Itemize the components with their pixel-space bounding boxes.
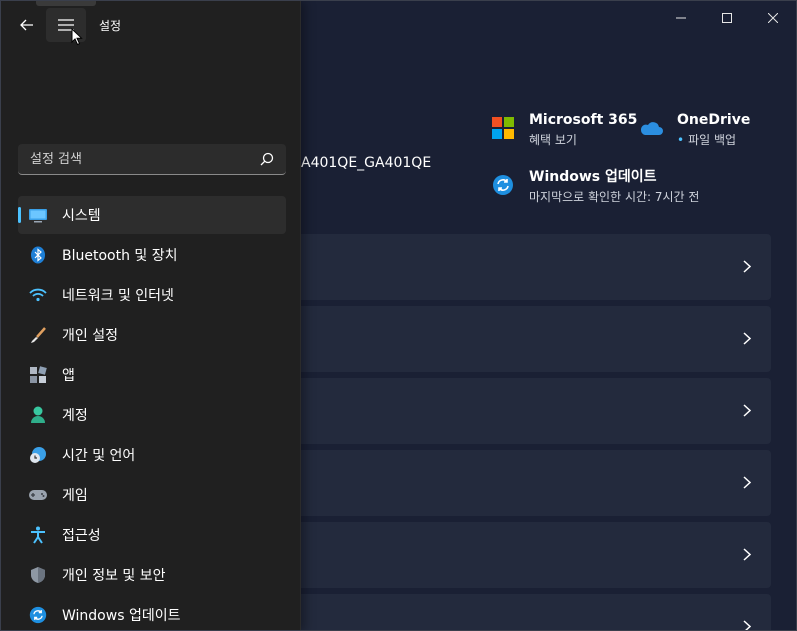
accessibility-icon [28, 525, 48, 545]
sidebar-item-label: 앱 [62, 368, 75, 384]
onedrive-title: OneDrive [677, 112, 751, 128]
ms365-subtitle: 혜택 보기 [529, 133, 577, 147]
settings-card[interactable] [285, 378, 771, 444]
gamepad-icon [28, 485, 48, 505]
windows-update-icon [28, 605, 48, 625]
nav-list: 시스템 Bluetooth 및 장치 네트워크 및 인터넷 개인 설정 앱 계정… [18, 196, 286, 630]
windows-update-link[interactable]: Windows 업데이트 마지막으로 확인한 시간: 7시간 전 [491, 168, 699, 206]
microsoft-logo-icon [491, 116, 515, 140]
settings-card[interactable] [285, 594, 771, 630]
bluetooth-icon [28, 245, 48, 265]
search-input[interactable] [18, 144, 248, 174]
sidebar-item-label: 개인 정보 및 보안 [62, 568, 166, 584]
navigation-pane: 설정 시스템 Bluetooth 및 장치 [1, 1, 301, 630]
paintbrush-icon [28, 325, 48, 345]
device-name: A401QE_GA401QE [301, 155, 432, 171]
tooltip-edge [36, 1, 96, 6]
sidebar-item-personalization[interactable]: 개인 설정 [18, 316, 286, 354]
minimize-button[interactable] [658, 1, 704, 35]
close-icon [768, 13, 778, 23]
update-title: Windows 업데이트 [529, 169, 657, 185]
settings-card[interactable] [285, 450, 771, 516]
sidebar-item-time-language[interactable]: 시간 및 언어 [18, 436, 286, 474]
chevron-right-icon [743, 260, 751, 273]
system-display-icon [28, 205, 48, 225]
apps-icon [28, 365, 48, 385]
settings-window: A401QE_GA401QE Microsoft 365 혜택 보기 OneDr… [0, 0, 797, 631]
back-arrow-icon [20, 19, 33, 31]
sidebar-item-gaming[interactable]: 게임 [18, 476, 286, 514]
onedrive-subtitle-row: • 파일 백업 [677, 131, 750, 149]
onedrive-subtitle: 파일 백업 [688, 133, 737, 147]
sidebar-item-label: 계정 [62, 408, 88, 424]
settings-card[interactable] [285, 306, 771, 372]
close-button[interactable] [750, 1, 796, 35]
settings-card[interactable] [285, 522, 771, 588]
sidebar-item-accounts[interactable]: 계정 [18, 396, 286, 434]
chevron-right-icon [743, 620, 751, 630]
sidebar-item-label: 시스템 [62, 208, 101, 224]
settings-card[interactable] [285, 234, 771, 300]
wifi-icon [28, 285, 48, 305]
mouse-cursor-icon [71, 28, 83, 46]
sidebar-item-network[interactable]: 네트워크 및 인터넷 [18, 276, 286, 314]
windows-update-icon [491, 173, 515, 197]
account-icon [28, 405, 48, 425]
sidebar-item-label: 시간 및 언어 [62, 448, 136, 464]
maximize-icon [722, 13, 732, 23]
window-controls [658, 1, 796, 35]
sidebar-item-label: 게임 [62, 488, 88, 504]
status-dot-icon: • [677, 133, 685, 147]
sidebar-item-apps[interactable]: 앱 [18, 356, 286, 394]
microsoft-365-link[interactable]: Microsoft 365 혜택 보기 [491, 111, 637, 149]
sidebar-item-accessibility[interactable]: 접근성 [18, 516, 286, 554]
ms365-title: Microsoft 365 [529, 112, 638, 128]
time-language-icon [28, 445, 48, 465]
search-box[interactable] [18, 144, 286, 175]
sidebar-item-windows-update[interactable]: Windows 업데이트 [18, 596, 286, 630]
sidebar-item-system[interactable]: 시스템 [18, 196, 286, 234]
onedrive-cloud-icon [639, 116, 663, 140]
sidebar-item-label: 개인 설정 [62, 328, 118, 344]
onedrive-link[interactable]: OneDrive • 파일 백업 [639, 111, 750, 149]
chevron-right-icon [743, 548, 751, 561]
update-subtitle: 마지막으로 확인한 시간: 7시간 전 [529, 190, 700, 204]
search-icon[interactable] [260, 152, 274, 166]
maximize-button[interactable] [704, 1, 750, 35]
sidebar-item-label: Windows 업데이트 [62, 608, 181, 624]
shield-icon [28, 565, 48, 585]
chevron-right-icon [743, 476, 751, 489]
minimize-icon [676, 17, 686, 19]
chevron-right-icon [743, 332, 751, 345]
nav-header: 설정 [1, 1, 301, 49]
sidebar-item-label: 접근성 [62, 528, 101, 544]
back-button[interactable] [13, 11, 41, 39]
sidebar-item-bluetooth[interactable]: Bluetooth 및 장치 [18, 236, 286, 274]
sidebar-item-privacy[interactable]: 개인 정보 및 보안 [18, 556, 286, 594]
app-title: 설정 [99, 19, 122, 33]
sidebar-item-label: 네트워크 및 인터넷 [62, 288, 174, 304]
chevron-right-icon [743, 404, 751, 417]
sidebar-item-label: Bluetooth 및 장치 [62, 248, 178, 264]
